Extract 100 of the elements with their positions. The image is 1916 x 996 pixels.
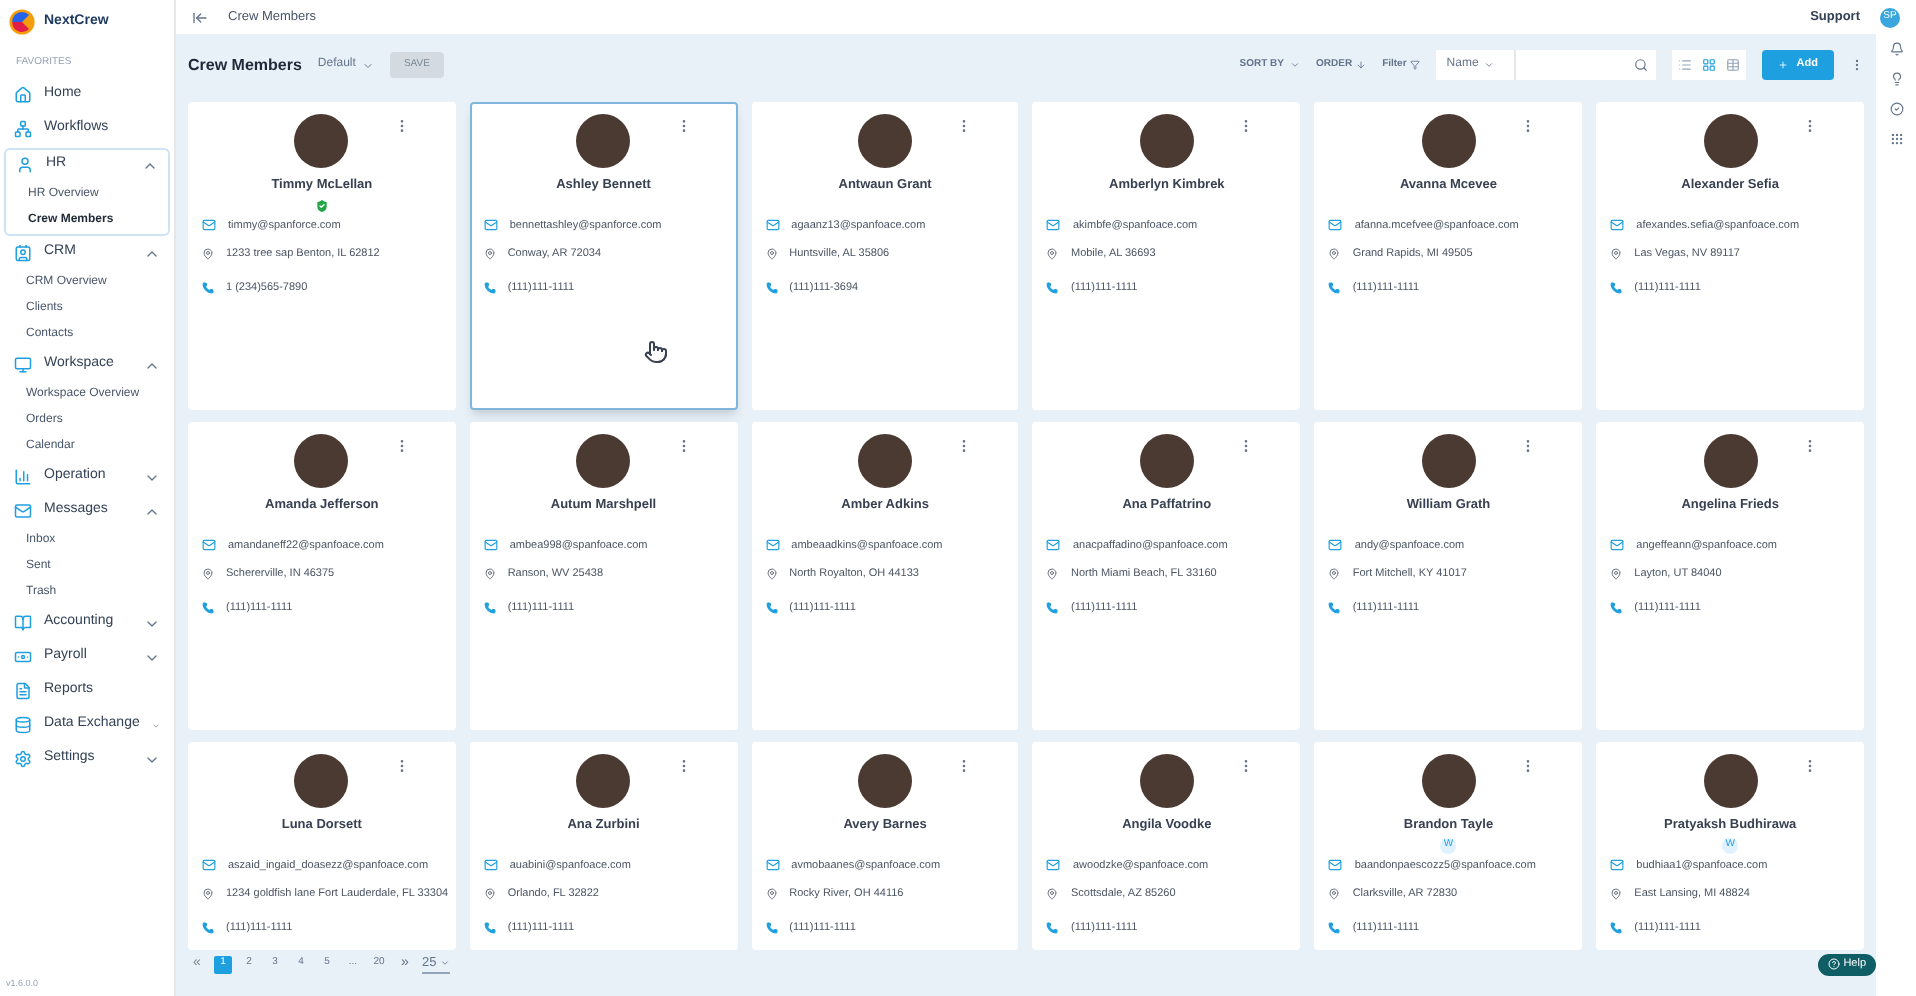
- settings-icon: [14, 750, 32, 768]
- mail-icon: [483, 858, 498, 873]
- mail-icon: [1610, 858, 1625, 873]
- more-icon[interactable]: [1850, 58, 1864, 72]
- person-icon: [16, 156, 34, 174]
- logo-icon: [8, 8, 36, 36]
- location-pin-icon: [202, 888, 214, 901]
- document-icon: [14, 682, 32, 700]
- avatar-placeholder: [858, 114, 913, 168]
- location-pin-icon: [1046, 888, 1059, 901]
- hand-cursor-icon: [643, 340, 668, 364]
- filter-icon: [1410, 60, 1421, 70]
- location-pin-icon: [1610, 888, 1623, 901]
- mail-icon: [1610, 218, 1625, 233]
- lightbulb-icon[interactable]: [1889, 72, 1903, 86]
- phone-icon: [1328, 282, 1341, 295]
- database-icon: [14, 716, 32, 734]
- mail-icon: [765, 858, 780, 873]
- mail-icon: [1046, 858, 1061, 873]
- check-circle-icon[interactable]: [1889, 102, 1903, 116]
- mail-icon: [1046, 538, 1061, 553]
- phone-icon: [1046, 922, 1059, 935]
- search-icon[interactable]: [1634, 58, 1649, 72]
- avatar-placeholder: [1421, 114, 1476, 168]
- mail-icon: [202, 218, 216, 233]
- chevron-down-icon: [361, 59, 374, 71]
- location-pin-icon: [483, 248, 496, 261]
- phone-icon: [765, 602, 778, 615]
- avatar-placeholder: [1139, 114, 1194, 168]
- phone-icon: [1610, 282, 1623, 295]
- chevron-down-icon: [1484, 60, 1495, 70]
- phone-icon: [1328, 602, 1341, 615]
- home-icon: [14, 86, 32, 104]
- phone-icon: [1610, 922, 1623, 935]
- mail-icon: [1328, 858, 1343, 873]
- grid-view-icon[interactable]: [1702, 58, 1717, 72]
- mail-icon: [765, 538, 780, 553]
- plus-icon: [1778, 60, 1789, 70]
- mail-icon: [14, 502, 32, 520]
- chevron-down-icon: [1290, 60, 1300, 70]
- mail-icon: [765, 218, 780, 233]
- location-pin-icon: [1046, 248, 1059, 261]
- mail-icon: [1328, 218, 1343, 233]
- phone-icon: [483, 282, 496, 295]
- book-icon: [14, 614, 32, 632]
- mail-icon: [1610, 538, 1625, 553]
- location-pin-icon: [765, 248, 778, 261]
- avatar-placeholder: [294, 434, 349, 488]
- avatar-placeholder: [1703, 114, 1758, 168]
- mail-icon: [202, 538, 216, 553]
- phone-icon: [1610, 602, 1623, 615]
- apps-grid-icon[interactable]: [1889, 132, 1903, 146]
- phone-icon: [1046, 282, 1059, 295]
- mail-icon: [1328, 538, 1343, 553]
- phone-icon: [483, 922, 496, 935]
- avatar-placeholder: [1139, 754, 1194, 808]
- mail-icon: [483, 218, 498, 233]
- phone-icon: [483, 602, 496, 615]
- location-pin-icon: [1328, 888, 1341, 901]
- mail-icon: [1046, 218, 1061, 233]
- avatar-placeholder: [576, 754, 631, 808]
- avatar-placeholder: [1421, 434, 1476, 488]
- avatar-placeholder: [294, 754, 349, 808]
- location-pin-icon: [1328, 248, 1341, 261]
- avatar-placeholder: [1703, 434, 1758, 488]
- avatar-placeholder: [1421, 754, 1476, 808]
- location-pin-icon: [765, 888, 778, 901]
- help-icon: [1827, 958, 1840, 970]
- phone-icon: [202, 282, 214, 295]
- page-title: Crew Members: [188, 53, 302, 77]
- location-pin-icon: [1610, 248, 1623, 261]
- location-pin-icon: [202, 248, 214, 261]
- location-pin-icon: [765, 568, 778, 581]
- monitor-icon: [14, 356, 32, 374]
- avatar-placeholder: [1139, 434, 1194, 488]
- phone-icon: [765, 922, 778, 935]
- chevron-down-icon: [440, 958, 451, 968]
- location-pin-icon: [1046, 568, 1059, 581]
- phone-icon: [1328, 922, 1341, 935]
- phone-icon: [1046, 602, 1059, 615]
- arrow-down-icon: [1356, 60, 1367, 70]
- avatar-placeholder: [1703, 754, 1758, 808]
- contact-card-icon: [14, 244, 32, 262]
- phone-icon: [202, 922, 214, 935]
- location-pin-icon: [483, 568, 496, 581]
- phone-icon: [765, 282, 778, 295]
- banknote-icon: [14, 648, 32, 666]
- avatar-placeholder: [294, 114, 349, 168]
- avatar-placeholder: [858, 754, 913, 808]
- mail-icon: [202, 858, 216, 873]
- bell-icon[interactable]: [1889, 42, 1903, 56]
- collapse-icon[interactable]: [192, 9, 208, 25]
- avatar-placeholder: [858, 434, 913, 488]
- avatar-placeholder: [576, 114, 631, 168]
- bar-chart-icon: [14, 468, 32, 486]
- location-pin-icon: [1610, 568, 1623, 581]
- location-pin-icon: [1328, 568, 1341, 581]
- phone-icon: [202, 602, 214, 615]
- avatar-placeholder: [576, 434, 631, 488]
- location-pin-icon: [483, 888, 496, 901]
